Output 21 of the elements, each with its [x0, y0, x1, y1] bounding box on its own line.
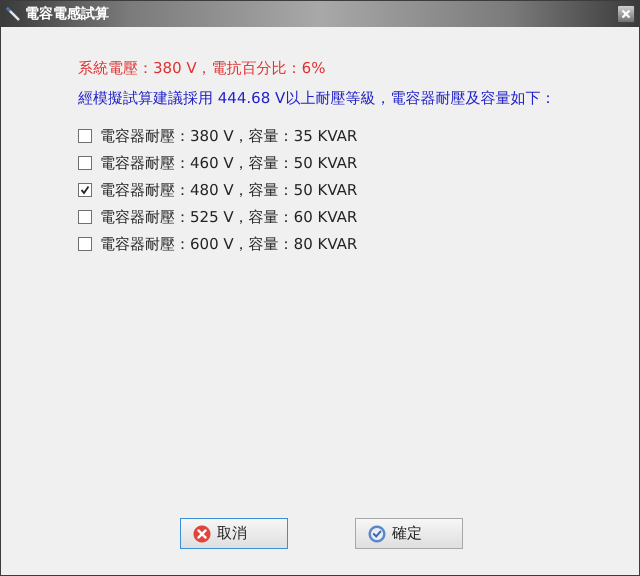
pen-icon: [5, 6, 21, 22]
option-label: 電容器耐壓：460 V，容量：50 KVAR: [100, 152, 358, 174]
option-label: 電容器耐壓：480 V，容量：50 KVAR: [100, 180, 358, 201]
option-label: 電容器耐壓：600 V，容量：80 KVAR: [100, 234, 358, 255]
close-button[interactable]: [617, 5, 635, 23]
checkbox[interactable]: [78, 156, 92, 170]
close-icon: [621, 9, 631, 19]
recommendation-text: 經模擬試算建議採用 444.68 V以上耐壓等級，電容器耐壓及容量如下：: [78, 88, 556, 109]
option-label: 電容器耐壓：525 V，容量：60 KVAR: [100, 206, 358, 228]
option-label: 電容器耐壓：380 V，容量：35 KVAR: [100, 126, 358, 147]
check-circle-icon: [368, 524, 386, 542]
close-icon: [193, 524, 211, 542]
summary-text: 系統電壓：380 V，電抗百分比：6%: [78, 58, 326, 79]
checkbox[interactable]: [78, 129, 92, 143]
ok-button[interactable]: 確定: [355, 518, 463, 549]
cancel-button[interactable]: 取消: [180, 518, 288, 549]
checkbox[interactable]: [78, 237, 92, 251]
window-title: 電容電感試算: [25, 4, 109, 24]
checkbox[interactable]: [78, 210, 92, 224]
check-icon: [80, 185, 90, 195]
checkbox[interactable]: [78, 183, 92, 197]
